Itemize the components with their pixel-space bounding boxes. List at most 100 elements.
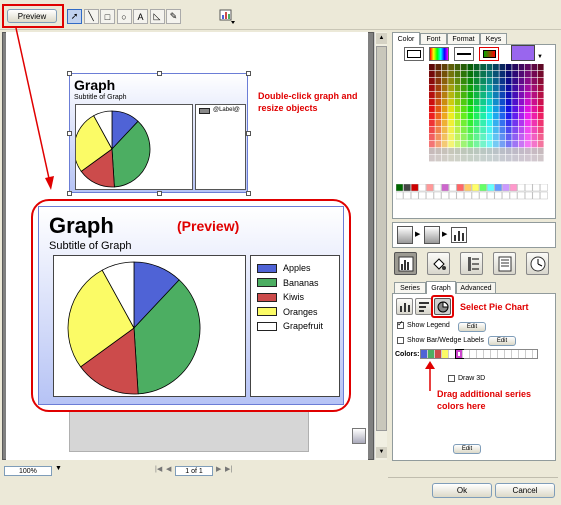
pencil-tool-icon[interactable]: ✎ bbox=[166, 9, 181, 24]
palette-swatch[interactable] bbox=[493, 155, 499, 162]
palette-swatch[interactable] bbox=[429, 106, 435, 113]
palette-swatch[interactable] bbox=[454, 127, 461, 134]
palette-swatch[interactable] bbox=[525, 141, 531, 148]
series-color-swatch[interactable] bbox=[526, 350, 533, 358]
custom-color-swatch[interactable] bbox=[448, 191, 457, 200]
palette-swatch[interactable] bbox=[454, 99, 461, 106]
palette-swatch[interactable] bbox=[441, 127, 448, 134]
series-color-swatch[interactable] bbox=[455, 349, 464, 359]
palette-swatch[interactable] bbox=[461, 134, 467, 141]
palette-swatch[interactable] bbox=[480, 134, 486, 141]
palette-swatch[interactable] bbox=[518, 113, 525, 120]
custom-color-swatch[interactable] bbox=[494, 184, 503, 192]
palette-swatch[interactable] bbox=[518, 106, 525, 113]
palette-swatch[interactable] bbox=[525, 99, 531, 106]
custom-color-swatch[interactable] bbox=[502, 184, 510, 192]
graph-properties-button[interactable] bbox=[394, 252, 417, 275]
palette-swatch[interactable] bbox=[486, 85, 493, 92]
palette-swatch[interactable] bbox=[429, 120, 435, 127]
palette-swatch[interactable] bbox=[531, 113, 538, 120]
palette-swatch[interactable] bbox=[531, 71, 538, 78]
show-labels-checkbox[interactable] bbox=[397, 337, 404, 344]
palette-swatch[interactable] bbox=[499, 134, 506, 141]
custom-color-swatch[interactable] bbox=[517, 191, 525, 200]
palette-swatch[interactable] bbox=[441, 99, 448, 106]
palette-swatch[interactable] bbox=[473, 155, 480, 162]
palette-swatch[interactable] bbox=[537, 78, 544, 85]
palette-swatch[interactable] bbox=[473, 64, 480, 71]
palette-swatch[interactable] bbox=[493, 85, 499, 92]
palette-swatch[interactable] bbox=[467, 106, 474, 113]
insert-graph-icon[interactable] bbox=[219, 9, 237, 25]
position-button[interactable] bbox=[460, 252, 483, 275]
palette-swatch[interactable] bbox=[480, 85, 486, 92]
custom-colors-palette[interactable] bbox=[396, 184, 550, 202]
palette-swatch[interactable] bbox=[480, 127, 486, 134]
custom-color-swatch[interactable] bbox=[494, 191, 503, 200]
palette-swatch[interactable] bbox=[473, 106, 480, 113]
palette-swatch[interactable] bbox=[448, 120, 454, 127]
palette-swatch[interactable] bbox=[525, 134, 531, 141]
palette-swatch[interactable] bbox=[435, 113, 442, 120]
line-tool-icon[interactable]: ╲ bbox=[83, 9, 99, 24]
palette-swatch[interactable] bbox=[467, 155, 474, 162]
custom-color-swatch[interactable] bbox=[479, 191, 487, 200]
custom-color-swatch[interactable] bbox=[433, 184, 442, 192]
series-color-swatch[interactable] bbox=[442, 350, 449, 358]
palette-swatch[interactable] bbox=[448, 113, 454, 120]
palette-swatch[interactable] bbox=[480, 141, 486, 148]
palette-swatch[interactable] bbox=[499, 148, 506, 155]
palette-swatch[interactable] bbox=[499, 127, 506, 134]
palette-swatch[interactable] bbox=[441, 120, 448, 127]
resize-handle[interactable] bbox=[246, 71, 251, 76]
palette-swatch[interactable] bbox=[480, 99, 486, 106]
page-corner-icon[interactable] bbox=[352, 428, 366, 444]
palette-swatch[interactable] bbox=[454, 134, 461, 141]
palette-swatch[interactable] bbox=[531, 134, 538, 141]
palette-swatch[interactable] bbox=[537, 71, 544, 78]
palette-swatch[interactable] bbox=[467, 78, 474, 85]
palette-swatch[interactable] bbox=[525, 71, 531, 78]
palette-swatch[interactable] bbox=[525, 113, 531, 120]
palette-swatch[interactable] bbox=[461, 148, 467, 155]
palette-swatch[interactable] bbox=[512, 120, 518, 127]
palette-swatch[interactable] bbox=[537, 99, 544, 106]
palette-swatch[interactable] bbox=[461, 99, 467, 106]
vertical-scrollbar[interactable]: ▲ ▼ bbox=[374, 32, 387, 460]
custom-color-swatch[interactable] bbox=[486, 191, 495, 200]
palette-swatch[interactable] bbox=[505, 113, 512, 120]
custom-color-swatch[interactable] bbox=[410, 184, 419, 192]
palette-swatch[interactable] bbox=[486, 106, 493, 113]
palette-swatch[interactable] bbox=[448, 71, 454, 78]
custom-color-swatch[interactable] bbox=[486, 184, 495, 192]
palette-swatch[interactable] bbox=[448, 92, 454, 99]
palette-swatch[interactable] bbox=[461, 141, 467, 148]
gradient-color-button[interactable] bbox=[479, 47, 499, 61]
palette-swatch[interactable] bbox=[473, 120, 480, 127]
palette-swatch[interactable] bbox=[493, 64, 499, 71]
graph-edit-button[interactable]: Edit bbox=[453, 444, 481, 454]
palette-swatch[interactable] bbox=[499, 106, 506, 113]
palette-swatch[interactable] bbox=[486, 99, 493, 106]
palette-swatch[interactable] bbox=[441, 78, 448, 85]
palette-swatch[interactable] bbox=[531, 127, 538, 134]
palette-swatch[interactable] bbox=[441, 71, 448, 78]
palette-swatch[interactable] bbox=[429, 134, 435, 141]
palette-swatch[interactable] bbox=[525, 106, 531, 113]
resize-handle[interactable] bbox=[156, 191, 162, 196]
palette-swatch[interactable] bbox=[512, 127, 518, 134]
custom-color-swatch[interactable] bbox=[403, 184, 411, 192]
palette-swatch[interactable] bbox=[480, 120, 486, 127]
selected-color-swatch[interactable] bbox=[511, 45, 535, 61]
palette-swatch[interactable] bbox=[461, 120, 467, 127]
custom-color-swatch[interactable] bbox=[456, 184, 465, 192]
palette-swatch[interactable] bbox=[429, 127, 435, 134]
palette-swatch[interactable] bbox=[429, 155, 435, 162]
palette-swatch[interactable] bbox=[429, 85, 435, 92]
palette-swatch[interactable] bbox=[435, 141, 442, 148]
palette-swatch[interactable] bbox=[537, 148, 544, 155]
custom-color-swatch[interactable] bbox=[433, 191, 442, 200]
tab-graph[interactable]: Graph bbox=[426, 281, 456, 294]
palette-swatch[interactable] bbox=[448, 78, 454, 85]
palette-swatch[interactable] bbox=[499, 113, 506, 120]
